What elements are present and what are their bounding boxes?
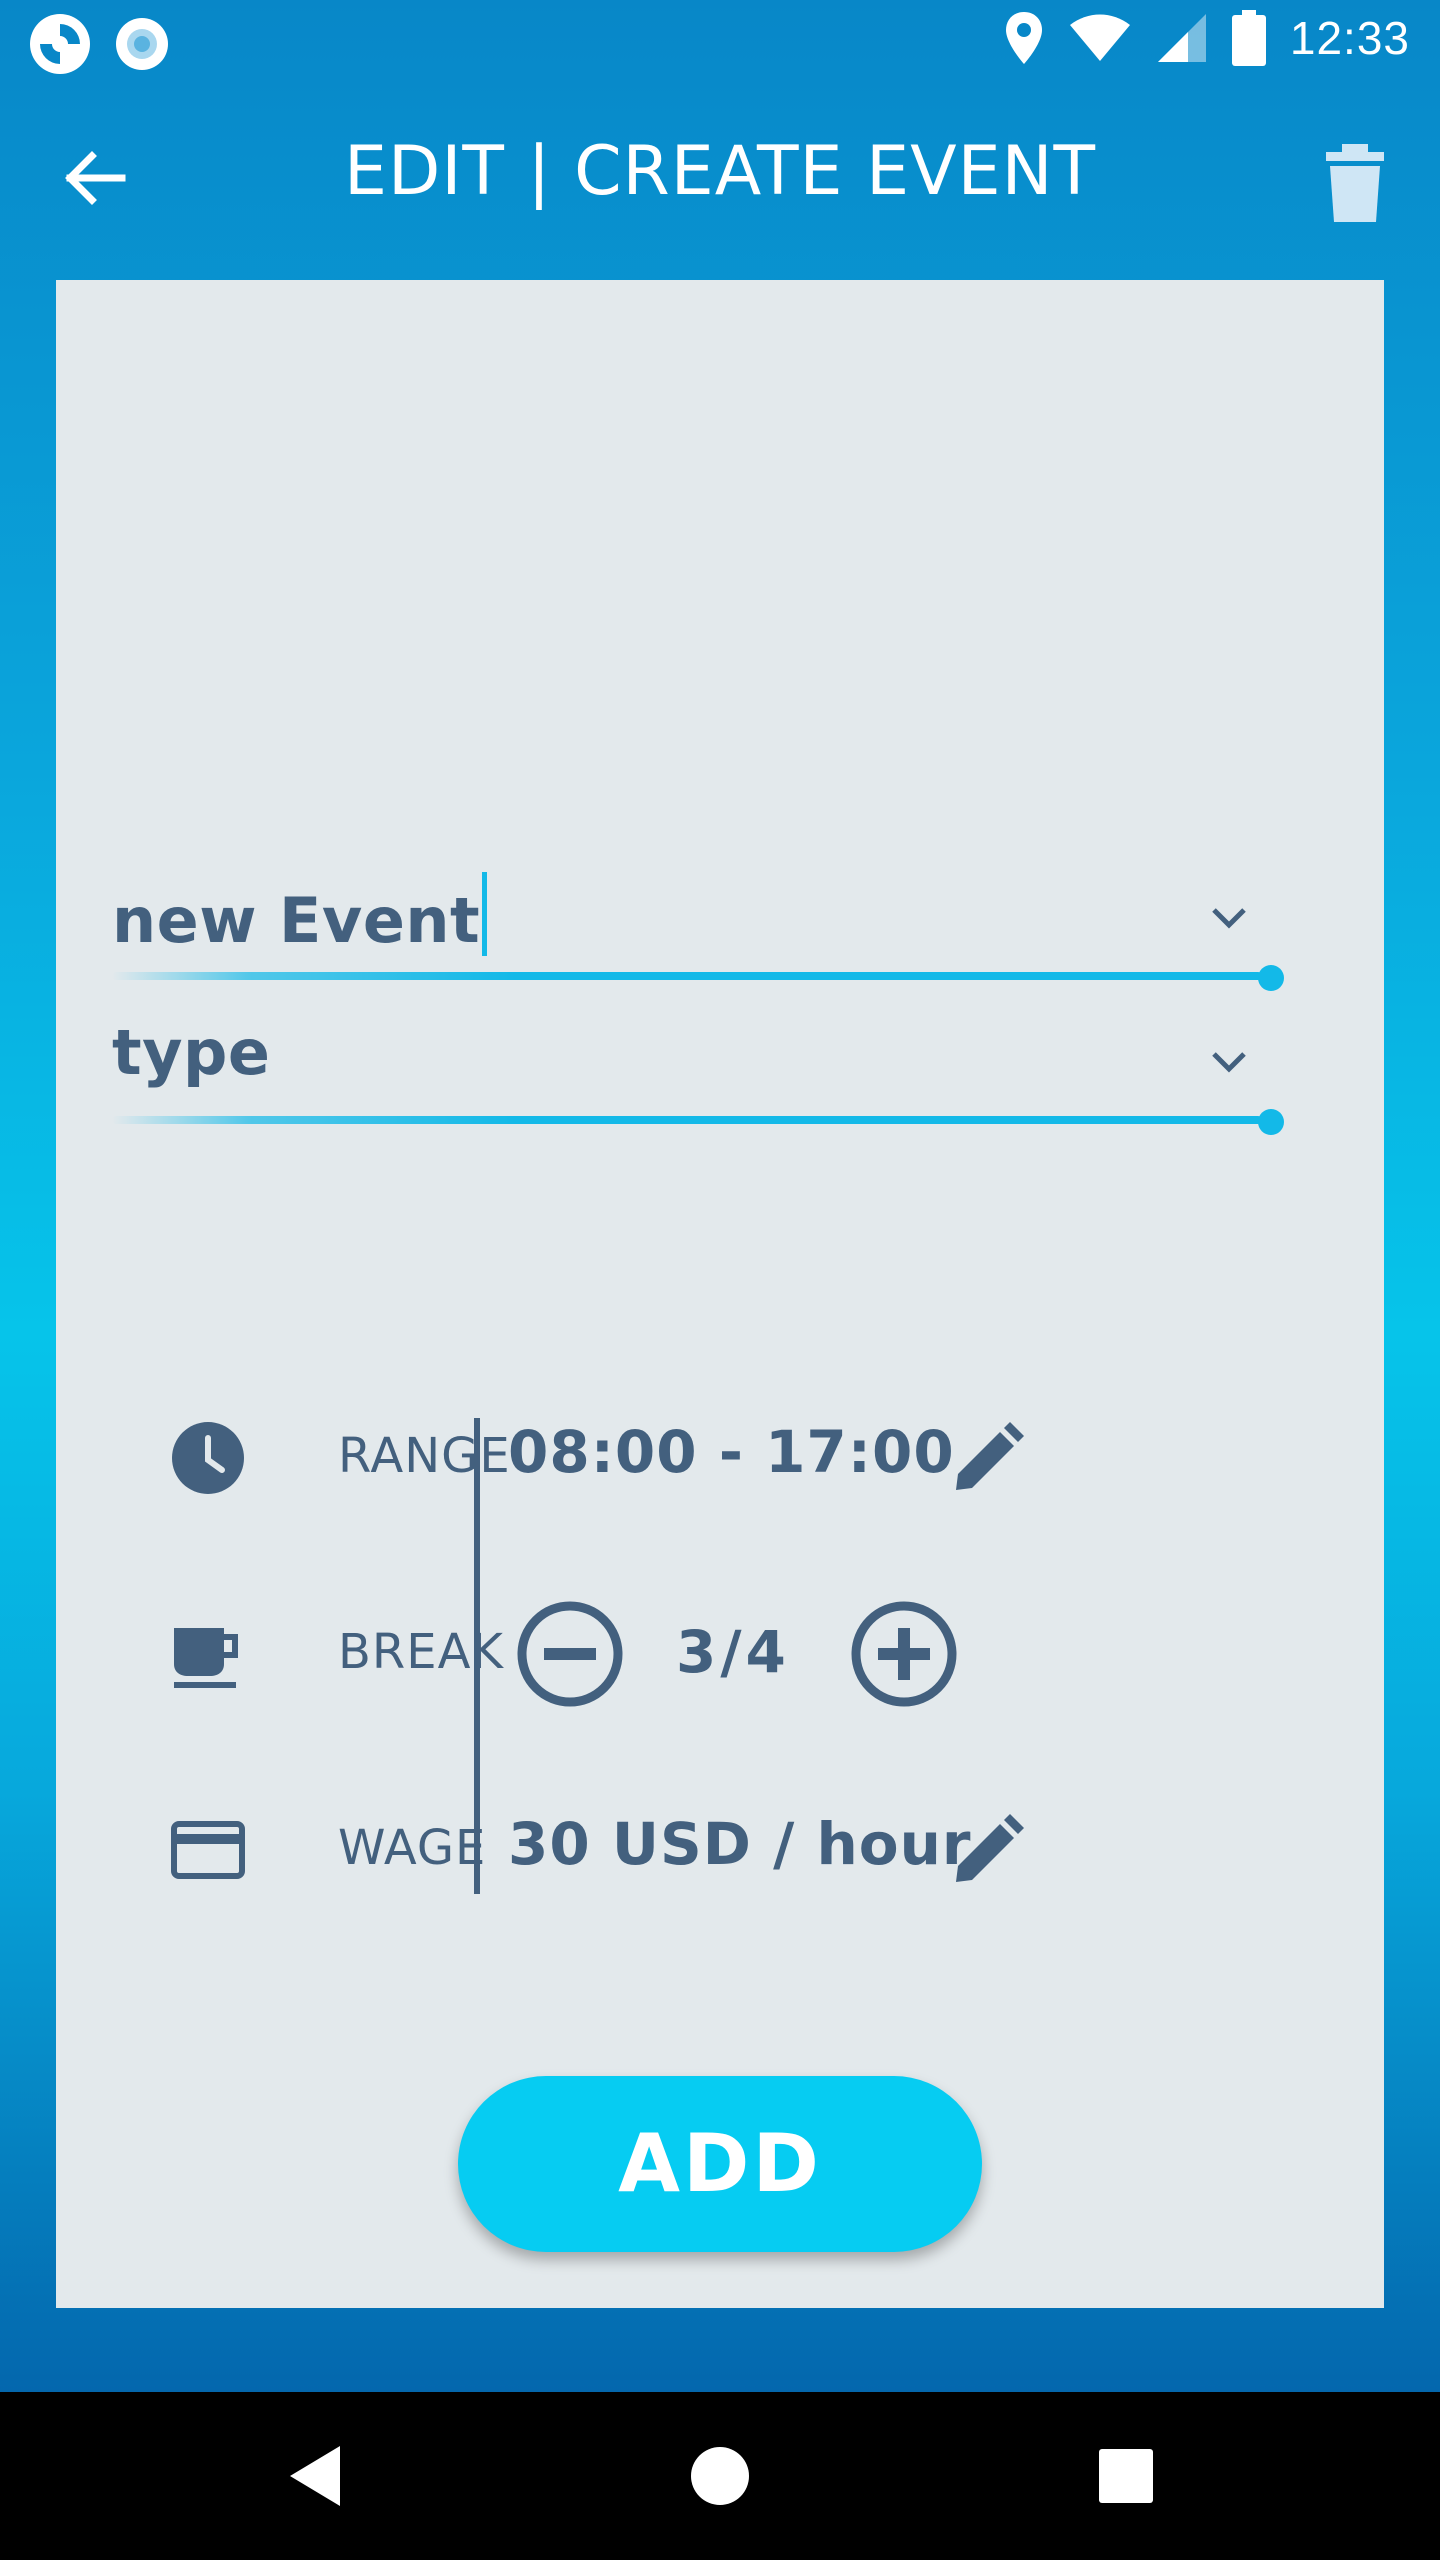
signal-icon [1157, 14, 1206, 62]
text-caret [482, 872, 488, 956]
increase-break-button[interactable] [850, 1600, 958, 1708]
edit-wage-button[interactable] [950, 1812, 1026, 1888]
trash-icon [1326, 144, 1384, 222]
range-label: RANGE [338, 1428, 511, 1484]
event-type-select[interactable]: type [112, 1016, 270, 1089]
minus-circle-icon [517, 1601, 623, 1707]
event-name-field[interactable]: new Event [112, 872, 1284, 992]
event-type-dropdown-button[interactable] [1184, 1018, 1274, 1108]
pencil-icon [956, 1422, 1024, 1490]
navigation-bar [0, 2392, 1440, 2560]
event-type-underline-dot [1258, 1109, 1284, 1135]
event-type-underline [112, 1116, 1262, 1124]
status-notifications [28, 12, 170, 76]
chevron-down-icon [1212, 1052, 1246, 1073]
status-time: 12:33 [1289, 12, 1410, 64]
chevron-down-icon [1212, 908, 1246, 929]
event-name-dropdown-button[interactable] [1184, 874, 1274, 964]
event-name-underline-dot [1258, 965, 1284, 991]
decrease-break-button[interactable] [516, 1600, 624, 1708]
record-icon [116, 18, 168, 70]
status-system: 12:33 [1004, 10, 1410, 66]
delete-button[interactable] [1320, 144, 1390, 224]
nav-back-button[interactable] [276, 2436, 356, 2516]
wage-value: 30 USD / hour [508, 1810, 972, 1878]
credit-card-icon [171, 1821, 245, 1879]
triangle-back-icon [290, 2446, 340, 2506]
event-type-field[interactable]: type [112, 1016, 1284, 1136]
event-name-input[interactable]: new Event [112, 872, 488, 957]
break-label: BREAK [338, 1624, 504, 1680]
wage-label: WAGE [338, 1820, 487, 1876]
status-bar: 12:33 [0, 0, 1440, 84]
clock-icon [172, 1422, 244, 1494]
coffee-cup-icon [174, 1628, 238, 1688]
nav-recents-button[interactable] [1086, 2436, 1166, 2516]
range-value: 08:00 - 17:00 [508, 1418, 955, 1486]
page-title: EDIT | CREATE EVENT [344, 132, 1096, 211]
location-icon [1005, 12, 1042, 64]
circle-home-icon [691, 2447, 749, 2505]
battery-icon [1231, 10, 1266, 66]
event-name-value: new Event [112, 884, 481, 957]
nav-home-button[interactable] [680, 2436, 760, 2516]
app-bar: EDIT | CREATE EVENT [0, 84, 1440, 280]
event-name-underline [112, 972, 1262, 980]
pencil-icon [956, 1814, 1024, 1882]
square-recents-icon [1099, 2449, 1153, 2503]
app-logo-icon [30, 14, 90, 74]
add-button[interactable]: ADD [458, 2076, 982, 2252]
break-value: 3/4 [676, 1618, 790, 1686]
wifi-icon [1069, 14, 1130, 61]
plus-circle-icon [851, 1601, 957, 1707]
event-form-card [56, 280, 1384, 2308]
edit-range-button[interactable] [950, 1420, 1026, 1496]
